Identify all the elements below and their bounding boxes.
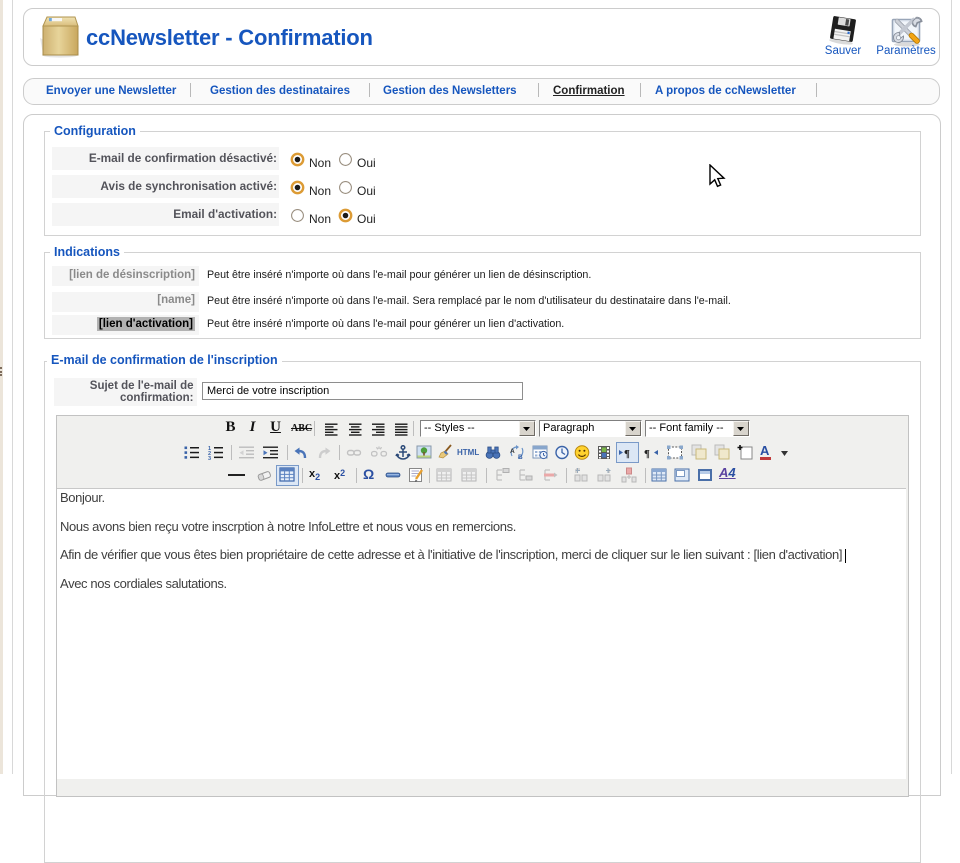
svg-text:3: 3 [208,456,211,461]
svg-text:¶: ¶ [644,448,650,460]
svg-text:A: A [510,448,515,455]
svg-text:¶: ¶ [624,448,630,460]
svg-text:B: B [518,454,523,461]
